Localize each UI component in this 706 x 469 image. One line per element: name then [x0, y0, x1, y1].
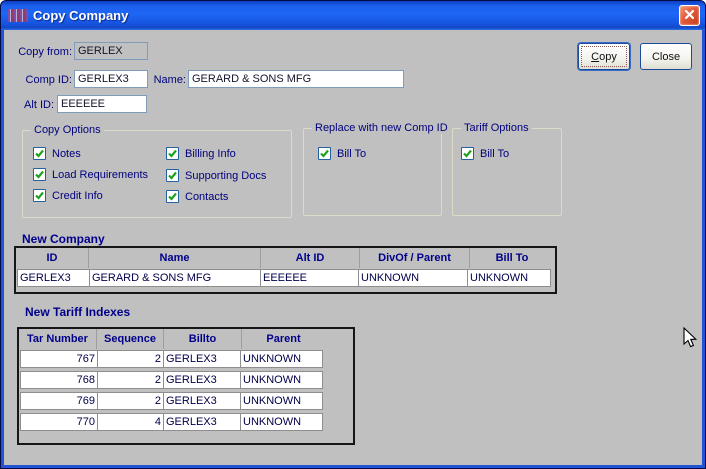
checkbox-label: Contacts — [185, 191, 228, 203]
cell-billto: GERLEX3 — [163, 350, 241, 368]
copy-button[interactable]: Copy — [578, 43, 630, 70]
copy-company-dialog: Copy Company Copy from: GERLEX Comp ID: … — [0, 0, 706, 469]
close-button[interactable]: Close — [640, 43, 692, 70]
checkbox-checked-icon — [33, 189, 46, 202]
app-icon — [8, 9, 28, 22]
copy-button-label: Copy — [591, 51, 617, 63]
column-header: Billto — [164, 329, 242, 349]
column-header: Name — [89, 248, 261, 268]
cell-divof-parent: UNKNOWN — [358, 269, 468, 287]
copy-options-title: Copy Options — [31, 124, 104, 136]
checkbox-checked-icon — [166, 169, 179, 182]
checkbox-label: Notes — [52, 148, 81, 160]
table-row: 770 4 GERLEX3 UNKNOWN — [19, 413, 353, 431]
column-header: Bill To — [470, 248, 554, 268]
new-company-grid: ID Name Alt ID DivOf / Parent Bill To GE… — [14, 246, 557, 294]
checkbox-checked-icon — [166, 147, 179, 160]
checkbox-tariff-bill-to[interactable]: Bill To — [461, 147, 509, 160]
close-icon — [684, 7, 695, 25]
comp-id-field[interactable]: GERLEX3 — [74, 70, 148, 88]
alt-id-label: Alt ID: — [14, 99, 54, 111]
checkbox-label: Billing Info — [185, 148, 236, 160]
replace-comp-id-group: Replace with new Comp ID — [303, 128, 442, 216]
new-tariff-indexes-grid: Tar Number Sequence Billto Parent 767 2 … — [17, 327, 355, 445]
table-row: 768 2 GERLEX3 UNKNOWN — [19, 371, 353, 389]
checkbox-billing-info[interactable]: Billing Info — [166, 147, 236, 160]
cell-tar-number: 767 — [20, 350, 98, 368]
title-bar[interactable]: Copy Company — [1, 1, 705, 30]
checkbox-checked-icon — [33, 147, 46, 160]
column-header: ID — [16, 248, 89, 268]
cell-id: GERLEX3 — [17, 269, 90, 287]
new-company-header-row: ID Name Alt ID DivOf / Parent Bill To — [16, 248, 555, 268]
cell-parent: UNKNOWN — [240, 392, 323, 410]
window-title: Copy Company — [33, 8, 679, 23]
comp-id-label: Comp ID: — [18, 74, 72, 86]
tariff-header-row: Tar Number Sequence Billto Parent — [19, 329, 353, 349]
cell-bill-to: UNKNOWN — [467, 269, 551, 287]
name-label: Name: — [150, 74, 186, 86]
checkbox-label: Credit Info — [52, 190, 103, 202]
checkbox-notes[interactable]: Notes — [33, 147, 81, 160]
cell-billto: GERLEX3 — [163, 392, 241, 410]
cell-sequence: 4 — [97, 413, 164, 431]
cell-tar-number: 769 — [20, 392, 98, 410]
cell-alt-id: EEEEEE — [260, 269, 359, 287]
cell-billto: GERLEX3 — [163, 371, 241, 389]
column-header: Tar Number — [19, 329, 97, 349]
cell-parent: UNKNOWN — [240, 371, 323, 389]
checkbox-checked-icon — [461, 147, 474, 160]
copy-from-label: Copy from: — [14, 46, 72, 58]
close-button-label: Close — [652, 51, 680, 63]
mouse-cursor — [680, 327, 698, 352]
checkbox-contacts[interactable]: Contacts — [166, 190, 228, 203]
cell-parent: UNKNOWN — [240, 413, 323, 431]
checkbox-label: Bill To — [480, 148, 509, 160]
table-row: 769 2 GERLEX3 UNKNOWN — [19, 392, 353, 410]
cell-parent: UNKNOWN — [240, 350, 323, 368]
column-header: Parent — [242, 329, 325, 349]
checkbox-label: Bill To — [337, 148, 366, 160]
new-tariff-indexes-title: New Tariff Indexes — [25, 305, 130, 319]
copy-from-field: GERLEX — [74, 42, 148, 60]
checkbox-load-requirements[interactable]: Load Requirements — [33, 168, 148, 181]
new-company-title: New Company — [22, 232, 105, 246]
name-field[interactable]: GERARD & SONS MFG — [188, 70, 404, 88]
cell-tar-number: 770 — [20, 413, 98, 431]
cell-sequence: 2 — [97, 371, 164, 389]
checkbox-checked-icon — [318, 147, 331, 160]
column-header: DivOf / Parent — [360, 248, 470, 268]
checkbox-checked-icon — [33, 168, 46, 181]
replace-comp-id-title: Replace with new Comp ID — [312, 122, 451, 134]
checkbox-label: Supporting Docs — [185, 170, 266, 182]
column-header: Sequence — [97, 329, 164, 349]
tariff-options-group: Tariff Options — [452, 128, 562, 216]
close-window-button[interactable] — [679, 5, 700, 26]
alt-id-field[interactable]: EEEEEE — [57, 95, 147, 113]
table-row: 767 2 GERLEX3 UNKNOWN — [19, 350, 353, 368]
checkbox-replace-bill-to[interactable]: Bill To — [318, 147, 366, 160]
cell-name: GERARD & SONS MFG — [89, 269, 261, 287]
checkbox-checked-icon — [166, 190, 179, 203]
dialog-body: Copy from: GERLEX Comp ID: GERLEX3 Name:… — [4, 30, 702, 465]
cell-billto: GERLEX3 — [163, 413, 241, 431]
checkbox-supporting-docs[interactable]: Supporting Docs — [166, 169, 266, 182]
table-row: GERLEX3 GERARD & SONS MFG EEEEEE UNKNOWN… — [16, 269, 555, 287]
checkbox-credit-info[interactable]: Credit Info — [33, 189, 103, 202]
cell-tar-number: 768 — [20, 371, 98, 389]
column-header: Alt ID — [261, 248, 360, 268]
checkbox-label: Load Requirements — [52, 169, 148, 181]
cell-sequence: 2 — [97, 392, 164, 410]
cell-sequence: 2 — [97, 350, 164, 368]
tariff-options-title: Tariff Options — [461, 122, 532, 134]
